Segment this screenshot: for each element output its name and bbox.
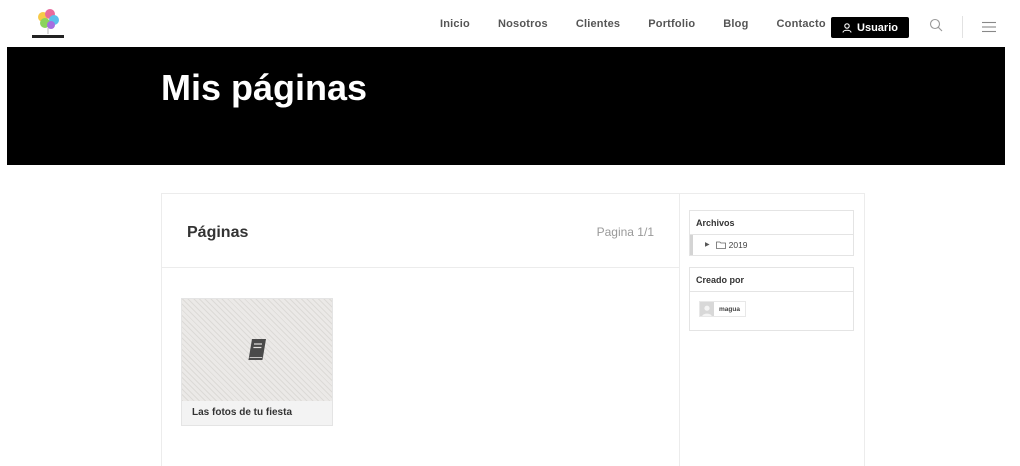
- folder-icon: [715, 241, 726, 249]
- archive-widget: Archivos ▶ 2019: [689, 210, 854, 256]
- nav-item-clientes[interactable]: Clientes: [576, 18, 620, 30]
- author-widget-title: Creado por: [690, 268, 853, 292]
- nav-item-blog[interactable]: Blog: [723, 18, 748, 30]
- archive-year-item[interactable]: ▶ 2019: [690, 235, 853, 255]
- page-banner: Mis páginas: [7, 47, 1005, 165]
- header-divider: [962, 16, 963, 38]
- pagination-label: Pagina 1/1: [596, 225, 654, 239]
- hamburger-menu-icon[interactable]: [982, 21, 996, 33]
- nav-item-portfolio[interactable]: Portfolio: [648, 18, 695, 30]
- author-name: magua: [719, 305, 740, 313]
- archive-widget-title: Archivos: [690, 211, 853, 235]
- page-card[interactable]: Las fotos de tu fiesta: [181, 298, 333, 426]
- card-thumbnail: [182, 299, 332, 401]
- sidebar: Archivos ▶ 2019 Creado por magua: [679, 193, 865, 466]
- page-title: Mis páginas: [161, 67, 368, 108]
- panel-title: Páginas: [187, 224, 249, 241]
- nav-item-contacto[interactable]: Contacto: [777, 18, 826, 30]
- nav-item-inicio[interactable]: Inicio: [440, 18, 470, 30]
- user-button[interactable]: Usuario: [831, 17, 909, 38]
- user-icon: [842, 22, 852, 33]
- card-caption: Las fotos de tu fiesta: [182, 401, 332, 425]
- archive-year-label: 2019: [728, 240, 748, 250]
- page: Inicio Nosotros Clientes Portfolio Blog …: [0, 0, 1020, 466]
- main-nav: Inicio Nosotros Clientes Portfolio Blog …: [440, 0, 854, 47]
- pages-panel: Páginas Pagina 1/1 Las fotos de tu fiest…: [161, 193, 680, 466]
- panel-header: Páginas Pagina 1/1: [162, 194, 679, 268]
- author-widget: Creado por magua: [689, 267, 854, 331]
- search-icon[interactable]: [929, 18, 943, 32]
- site-header: Inicio Nosotros Clientes Portfolio Blog …: [0, 0, 1020, 47]
- author-chip[interactable]: magua: [699, 301, 746, 317]
- nav-item-nosotros[interactable]: Nosotros: [498, 18, 548, 30]
- balloons-logo-icon[interactable]: [30, 8, 66, 42]
- book-icon: [248, 339, 266, 360]
- caret-right-icon: ▶: [705, 242, 710, 248]
- avatar: [700, 302, 714, 316]
- user-button-label: Usuario: [857, 21, 898, 34]
